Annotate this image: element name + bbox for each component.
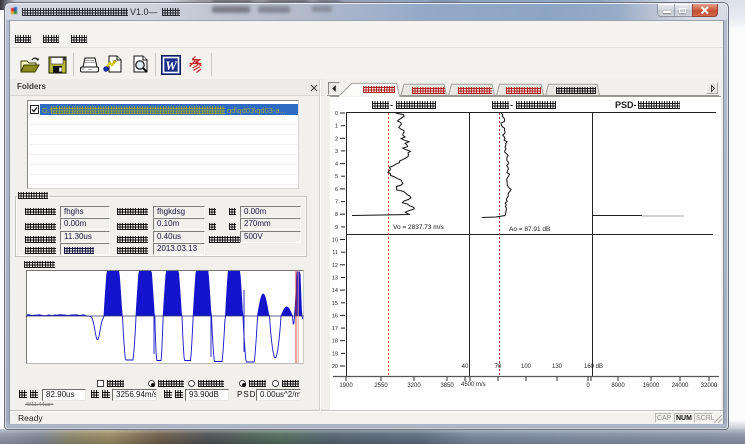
svg-text:4500 m/s: 4500 m/s xyxy=(461,382,486,388)
svg-text:40: 40 xyxy=(462,364,469,370)
svg-text:13: 13 xyxy=(332,276,338,282)
svg-text:Ao = 87.91 dB: Ao = 87.91 dB xyxy=(509,226,550,233)
svg-text:0: 0 xyxy=(335,111,338,117)
svg-text:12: 12 xyxy=(332,263,338,269)
svg-text:1: 1 xyxy=(335,124,338,130)
svg-text:3850: 3850 xyxy=(440,383,454,389)
svg-text:0: 0 xyxy=(586,383,590,389)
svg-text:8000: 8000 xyxy=(611,383,625,389)
svg-text:5: 5 xyxy=(335,174,338,180)
svg-text:70: 70 xyxy=(495,364,502,370)
svg-text:19: 19 xyxy=(332,351,338,357)
svg-text:9: 9 xyxy=(335,225,338,231)
svg-text:Vo = 2837.73 m/s: Vo = 2837.73 m/s xyxy=(393,224,445,231)
svg-text:14: 14 xyxy=(332,288,338,294)
svg-text:10: 10 xyxy=(332,238,338,244)
svg-text:15: 15 xyxy=(332,301,338,307)
svg-text:6: 6 xyxy=(335,187,338,193)
svg-text:16: 16 xyxy=(332,313,338,319)
svg-text:160 dB: 160 dB xyxy=(584,364,603,370)
svg-text:8: 8 xyxy=(335,212,338,218)
svg-text:3200: 3200 xyxy=(407,383,421,389)
svg-text:11: 11 xyxy=(332,250,338,256)
svg-text:u: u xyxy=(714,383,717,389)
svg-text:17: 17 xyxy=(332,326,338,332)
svg-text:18: 18 xyxy=(332,339,338,345)
svg-text:24000: 24000 xyxy=(672,383,689,389)
svg-text:20: 20 xyxy=(332,364,338,370)
svg-text:16000: 16000 xyxy=(643,383,660,389)
svg-text:130: 130 xyxy=(552,364,563,370)
svg-text:3: 3 xyxy=(335,149,338,155)
svg-text:2550: 2550 xyxy=(374,383,388,389)
svg-text:4: 4 xyxy=(335,162,338,168)
svg-text:2: 2 xyxy=(335,136,338,142)
svg-text:1900: 1900 xyxy=(339,383,353,389)
svg-text:7: 7 xyxy=(335,200,338,206)
svg-text:100: 100 xyxy=(521,364,532,370)
svg-text:W: W xyxy=(165,58,178,73)
